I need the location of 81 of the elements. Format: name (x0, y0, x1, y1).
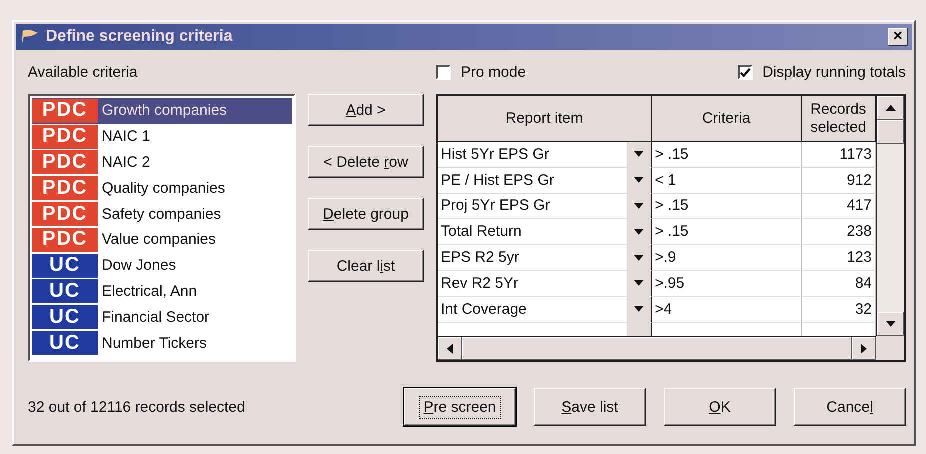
criteria-item[interactable]: PDC Quality companies (32, 175, 292, 202)
side-button[interactable]: < Delete row (308, 146, 424, 178)
scroll-down-button[interactable] (877, 312, 904, 336)
table-cell: > .15 (652, 194, 802, 220)
report-item-dropdown[interactable]: Rev R2 5Yr (438, 270, 652, 297)
criteria-item[interactable]: PDC Value companies (32, 226, 292, 253)
criteria-name: Electrical, Ann (102, 282, 198, 300)
group-badge: PDC (32, 150, 98, 174)
dropdown-arrow-icon (634, 202, 644, 209)
down-arrow-icon (886, 321, 896, 327)
scroll-right-button[interactable] (852, 337, 876, 360)
dialog-button[interactable]: Save list (534, 388, 646, 426)
criteria-item[interactable]: UC Number Tickers (32, 330, 292, 356)
window-title: Define screening criteria (46, 28, 234, 46)
report-item-dropdown[interactable]: Total Return (438, 219, 652, 246)
criteria-item[interactable]: PDC NAIC 1 (32, 124, 292, 150)
column-header: Records selected (802, 96, 876, 142)
side-button[interactable]: Add > (308, 94, 424, 126)
list-label: Available criteria (28, 64, 139, 83)
report-item-dropdown[interactable]: PE / Hist EPS Gr (438, 168, 652, 194)
scroll-thumb[interactable] (462, 337, 852, 360)
criteria-item[interactable]: PDC Safety companies (32, 201, 292, 227)
criteria-name: Growth companies (102, 102, 228, 120)
criteria-name: NAIC 1 (102, 128, 150, 146)
column-header: Criteria (652, 96, 802, 142)
checkbox[interactable] (738, 65, 753, 80)
flag-icon (20, 29, 40, 45)
dropdown-arrow-icon (634, 280, 644, 286)
side-button[interactable]: Clear list (308, 250, 424, 282)
report-item-dropdown[interactable]: Hist 5Yr EPS Gr (438, 142, 652, 168)
option-label: Display running totals (762, 64, 906, 81)
group-badge: PDC (32, 202, 98, 226)
scroll-up-button[interactable] (877, 96, 904, 120)
table-cell: >.95 (652, 270, 802, 297)
criteria-name: NAIC 2 (102, 154, 150, 171)
criteria-item[interactable]: UC Dow Jones (32, 252, 292, 279)
criteria-name: Number Tickers (102, 334, 208, 352)
criteria-item[interactable]: PDC Growth companies (32, 98, 292, 124)
side-button[interactable]: Delete group (308, 198, 424, 230)
dropdown-arrow-icon (634, 177, 644, 184)
group-badge: PDC (32, 176, 98, 200)
criteria-name: Dow Jones (102, 257, 176, 274)
status-text: 32 out of 12116 records selected (28, 398, 246, 416)
left-arrow-icon (447, 344, 453, 354)
group-badge: UC (32, 331, 98, 356)
criteria-item[interactable]: UC Financial Sector (32, 304, 292, 330)
scroll-left-button[interactable] (438, 337, 462, 360)
table-cell: > .15 (652, 142, 802, 168)
criteria-name: Value companies (102, 231, 216, 248)
criteria-name: Financial Sector (102, 308, 210, 326)
group-badge: PDC (32, 98, 98, 123)
option-label: Pro mode (461, 64, 526, 81)
criteria-name: Safety companies (102, 206, 222, 223)
criteria-name: Quality companies (102, 180, 226, 197)
column-header: Report item (438, 96, 652, 142)
group-badge: UC (32, 254, 98, 278)
right-arrow-icon (861, 344, 867, 354)
dropdown-arrow-icon (634, 151, 644, 158)
dialog-button[interactable]: Pre screen (404, 388, 516, 426)
criteria-item[interactable]: PDC NAIC 2 (32, 150, 292, 176)
group-badge: UC (32, 305, 98, 330)
dropdown-arrow-icon (634, 228, 644, 235)
group-badge: UC (32, 279, 98, 304)
scroll-thumb[interactable] (877, 120, 904, 144)
dropdown-arrow-icon (634, 306, 644, 312)
group-badge: PDC (32, 228, 98, 252)
report-item-dropdown[interactable]: EPS R2 5yr (438, 245, 652, 271)
close-button[interactable]: × (888, 28, 908, 46)
criteria-item[interactable]: UC Electrical, Ann (32, 278, 292, 304)
report-item-dropdown[interactable]: Proj 5Yr EPS Gr (438, 194, 652, 220)
table-cell: < 1 (652, 168, 802, 194)
up-arrow-icon (886, 105, 896, 111)
group-badge: PDC (32, 124, 98, 149)
table-cell: > .15 (652, 219, 802, 246)
table-cell: >4 (652, 296, 802, 323)
dialog-button[interactable]: Cancel (794, 388, 906, 426)
checkbox[interactable] (436, 65, 451, 80)
dialog-button[interactable]: OK (664, 388, 776, 426)
table-cell: >.9 (652, 245, 802, 271)
dropdown-arrow-icon (634, 254, 644, 261)
report-item-dropdown[interactable]: Int Coverage (438, 296, 652, 323)
